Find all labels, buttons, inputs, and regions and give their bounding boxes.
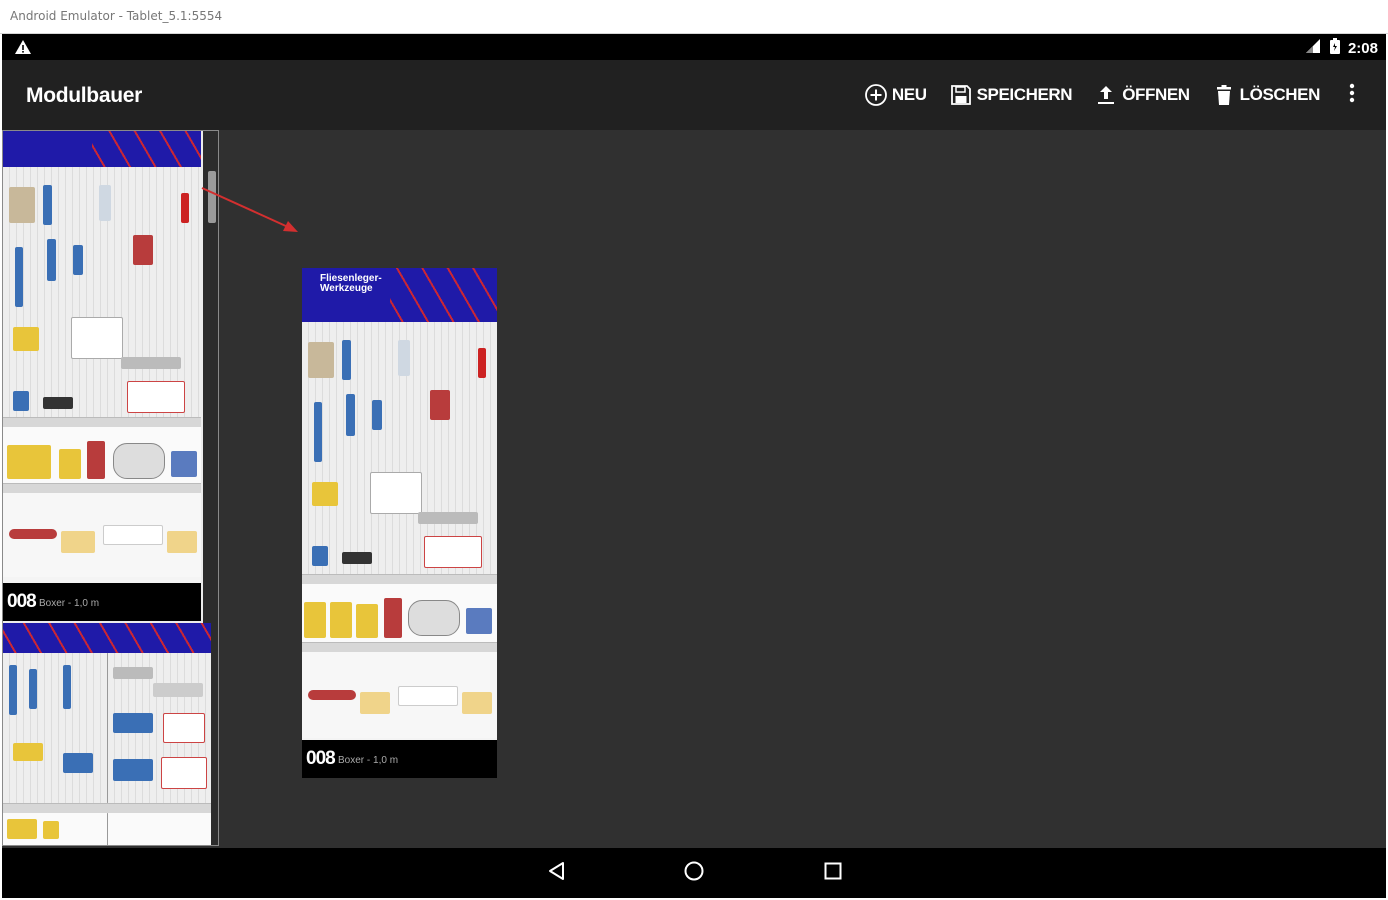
module-number: 008 (306, 748, 336, 769)
module-pegboard (302, 322, 497, 574)
recents-icon (823, 861, 843, 886)
new-button[interactable]: NEU (864, 83, 927, 107)
module-subtitle: Boxer - 1,0 m (338, 755, 399, 766)
warning-icon (14, 39, 32, 60)
module-header-banner (3, 131, 201, 167)
module-label-bar: 008 Boxer - 1,0 m (3, 583, 201, 621)
module-lower-shelf (3, 427, 201, 483)
module-header-text: Fliesenleger- Werkzeuge (320, 273, 382, 294)
signal-icon (1304, 38, 1322, 58)
module-catalog-list[interactable]: 008 Boxer - 1,0 m (2, 130, 219, 846)
upload-icon (1094, 83, 1118, 107)
overflow-menu-button[interactable] (1342, 81, 1362, 109)
app-title: Modulbauer (26, 84, 142, 107)
module-canvas[interactable]: 008 Boxer - 1,0 m Fliesenleger- Werkzeug… (2, 130, 1386, 848)
placed-module[interactable]: Fliesenleger- Werkzeuge 008 Boxer - 1,0 … (302, 268, 497, 778)
delete-button-label: LÖSCHEN (1239, 85, 1321, 104)
catalog-module-item[interactable]: 008 Boxer - 1,0 m (3, 131, 201, 621)
back-icon (545, 860, 567, 887)
catalog-scrollbar[interactable] (208, 171, 216, 223)
battery-icon (1329, 38, 1340, 58)
module-subtitle: Boxer - 1,0 m (39, 598, 100, 609)
module-header-banner: Fliesenleger- Werkzeuge (302, 268, 497, 322)
emulator-window-title-bar: Android Emulator - Tablet_5.1:5554 (0, 0, 1388, 34)
module-header-banner (3, 623, 211, 653)
android-device-screen: 2:08 Modulbauer NEU SPEICHERN ÖFFNEN LÖS… (2, 34, 1386, 898)
module-number: 008 (7, 591, 37, 612)
open-button-label: ÖFFNEN (1122, 85, 1190, 104)
module-pegboard (3, 653, 211, 803)
new-button-label: NEU (891, 85, 927, 104)
home-icon (683, 860, 705, 887)
action-bar: NEU SPEICHERN ÖFFNEN LÖSCHEN (864, 81, 1362, 109)
module-label-bar: 008 Boxer - 1,0 m (302, 740, 497, 778)
trash-icon (1212, 83, 1236, 107)
home-button[interactable] (681, 860, 707, 886)
more-vert-icon (1349, 83, 1355, 108)
add-circle-icon (864, 83, 888, 107)
recents-button[interactable] (820, 860, 846, 886)
module-pegboard (3, 167, 201, 417)
open-button[interactable]: ÖFFNEN (1094, 83, 1190, 107)
window-title: Android Emulator - Tablet_5.1:5554 (10, 9, 223, 23)
app-bar: Modulbauer NEU SPEICHERN ÖFFNEN LÖSCHEN (2, 60, 1386, 130)
module-bottom-shelf (3, 493, 201, 577)
back-button[interactable] (543, 860, 569, 886)
delete-button[interactable]: LÖSCHEN (1212, 83, 1320, 107)
status-bar: 2:08 (2, 34, 1386, 60)
navigation-bar (2, 848, 1386, 898)
save-icon (949, 83, 973, 107)
save-button[interactable]: SPEICHERN (949, 83, 1073, 107)
clock: 2:08 (1347, 39, 1378, 57)
catalog-module-item[interactable] (3, 623, 211, 845)
save-button-label: SPEICHERN (976, 85, 1073, 104)
